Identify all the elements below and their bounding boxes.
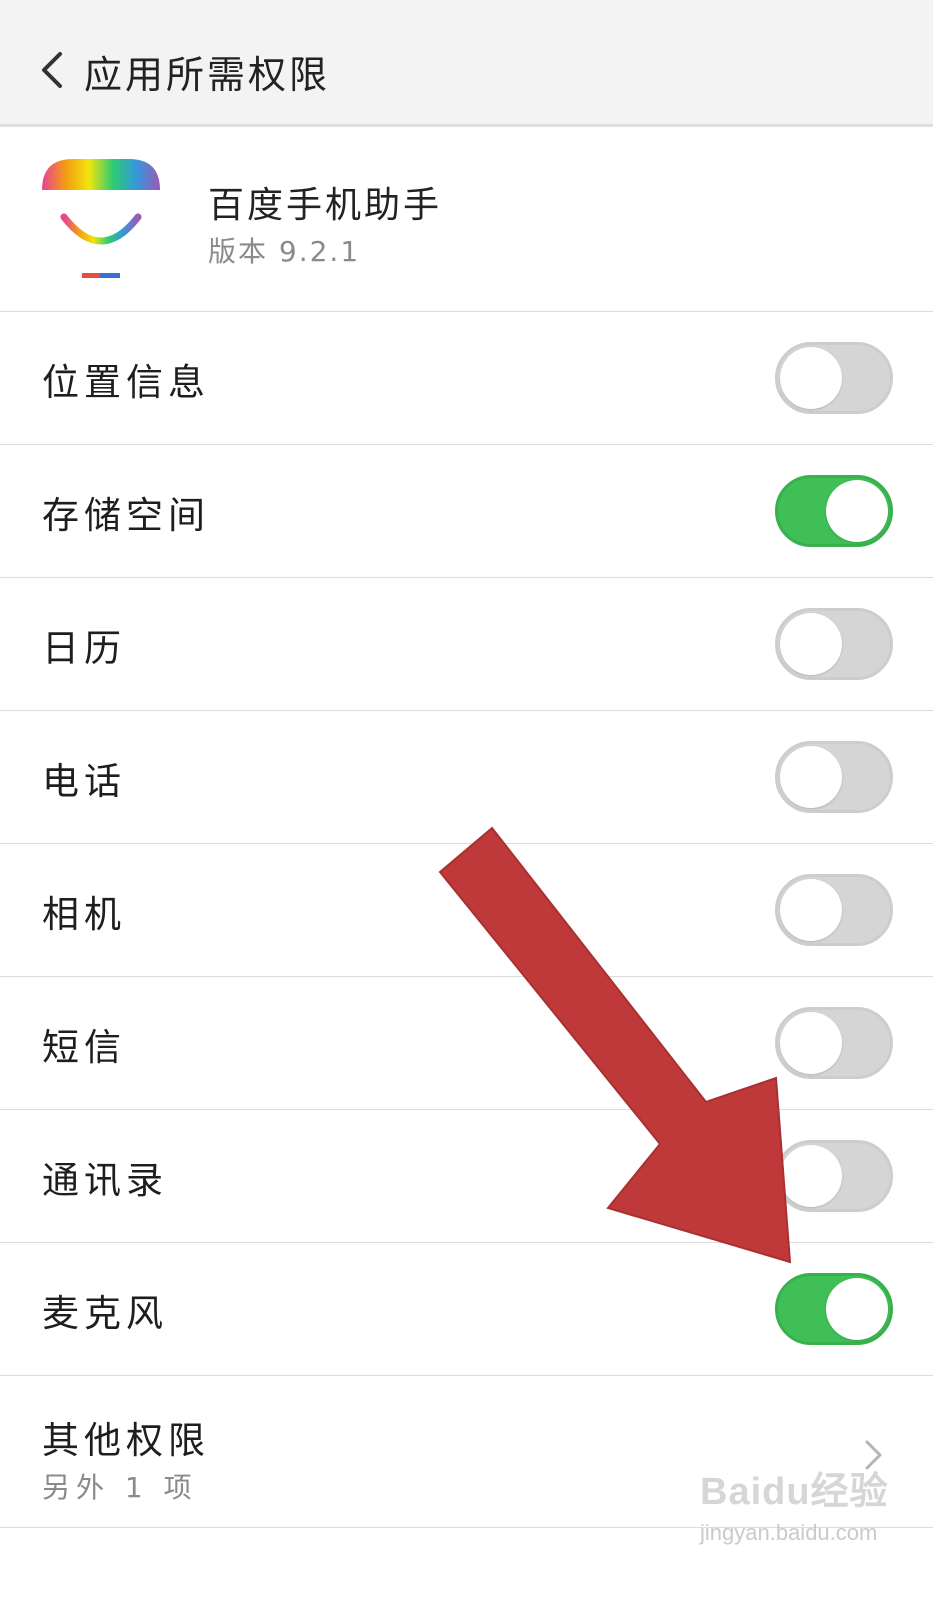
app-version: 版本 9.2.1: [208, 235, 361, 268]
storage-toggle[interactable]: [775, 475, 893, 547]
microphone-toggle[interactable]: [775, 1273, 893, 1345]
location-toggle[interactable]: [775, 342, 893, 414]
permission-row-phone[interactable]: 电话: [0, 711, 933, 844]
permission-list: 位置信息 存储空间 日历 电话 相机 短信 通讯录 麦克风: [0, 312, 933, 1376]
chevron-left-icon[interactable]: [36, 48, 76, 92]
watermark-url: jingyan.baidu.com: [700, 1520, 878, 1545]
permission-label: 位置信息: [42, 361, 210, 404]
page-title: 应用所需权限: [84, 53, 331, 97]
permission-label: 日历: [42, 627, 126, 670]
contacts-toggle[interactable]: [775, 1140, 893, 1212]
watermark-logo: Baidu经验: [700, 1471, 889, 1513]
permission-row-calendar[interactable]: 日历: [0, 578, 933, 711]
permission-row-storage[interactable]: 存储空间: [0, 445, 933, 578]
app-name: 百度手机助手: [208, 185, 443, 226]
permission-row-camera[interactable]: 相机: [0, 844, 933, 977]
permission-row-sms[interactable]: 短信: [0, 977, 933, 1110]
other-permissions-subtitle: 另外 1 项: [42, 1471, 198, 1504]
permission-label: 麦克风: [42, 1292, 168, 1335]
camera-toggle[interactable]: [775, 874, 893, 946]
baidu-app-store-logo-icon: [38, 155, 164, 290]
toggle-knob: [826, 1278, 888, 1340]
other-permissions-title: 其他权限: [42, 1419, 210, 1462]
permission-row-contacts[interactable]: 通讯录: [0, 1110, 933, 1243]
permission-row-location[interactable]: 位置信息: [0, 312, 933, 445]
calendar-toggle[interactable]: [775, 608, 893, 680]
toggle-knob: [780, 1012, 842, 1074]
toggle-knob: [826, 480, 888, 542]
baidu-jingyan-watermark: Baidu经验 jingyan.baidu.com: [700, 1460, 890, 1560]
toggle-knob: [780, 746, 842, 808]
toggle-knob: [780, 613, 842, 675]
toggle-knob: [780, 347, 842, 409]
permission-label: 存储空间: [42, 494, 210, 537]
sms-toggle[interactable]: [775, 1007, 893, 1079]
title-bar: 应用所需权限: [0, 0, 933, 127]
permission-label: 电话: [42, 760, 126, 803]
toggle-knob: [780, 879, 842, 941]
permission-label: 相机: [42, 893, 126, 936]
permission-row-microphone[interactable]: 麦克风: [0, 1243, 933, 1376]
permission-label: 短信: [42, 1026, 126, 1069]
app-info-card: 百度手机助手 版本 9.2.1: [0, 130, 933, 312]
permission-label: 通讯录: [42, 1159, 168, 1202]
toggle-knob: [780, 1145, 842, 1207]
phone-toggle[interactable]: [775, 741, 893, 813]
